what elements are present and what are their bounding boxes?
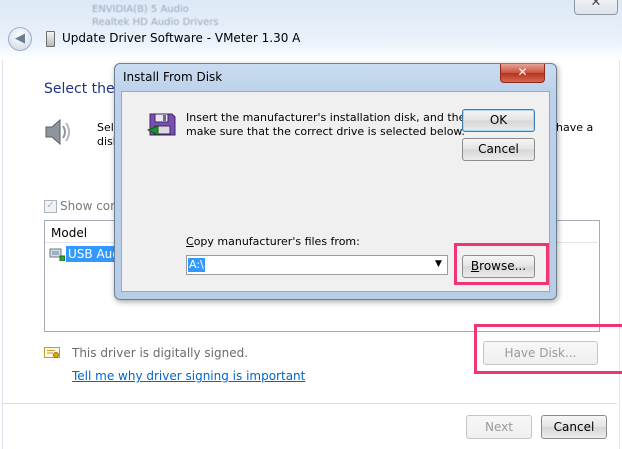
cancel-button[interactable]: Cancel [541, 415, 607, 439]
select-description-tail: have a [556, 121, 594, 134]
browse-highlight-box [454, 243, 549, 285]
ok-button[interactable]: OK [462, 109, 535, 132]
next-button[interactable]: Next [466, 415, 532, 439]
model-column-header: Model [51, 226, 88, 240]
have-disk-highlight-box [474, 324, 622, 374]
chevron-down-icon[interactable]: ▼ [435, 259, 442, 269]
page-heading: Select the [44, 81, 115, 97]
dialog-close-button[interactable]: ✕ [500, 64, 545, 83]
window-close-button[interactable]: ✕ [574, 0, 618, 15]
show-compatible-label: Show com [60, 199, 122, 213]
floppy-disk-icon [147, 113, 176, 136]
dialog-cancel-button[interactable]: Cancel [462, 138, 535, 161]
signed-status-text: This driver is digitally signed. [72, 346, 249, 360]
path-value[interactable]: A:\ [188, 258, 205, 272]
window-title: Update Driver Software - VMeter 1.30 A [62, 31, 301, 45]
background-window-text-1: ENVIDIA(B) 5 Audio [92, 4, 189, 15]
dialog-message: Insert the manufacturer's installation d… [186, 111, 473, 138]
dialog-title: Install From Disk [123, 70, 223, 84]
speaker-icon [45, 118, 70, 146]
footer-divider [3, 403, 617, 404]
device-icon [46, 31, 55, 47]
copy-from-label: Copy manufacturer's files from: [186, 235, 360, 248]
background-window-text-2: Realtek HD Audio Drivers [92, 17, 219, 28]
driver-signing-link[interactable]: Tell me why driver signing is important [72, 369, 305, 383]
back-button[interactable]: ◀ [8, 27, 32, 51]
usb-device-icon [49, 248, 65, 261]
show-compatible-checkbox[interactable]: ✓ [44, 200, 57, 213]
path-combobox[interactable] [186, 255, 448, 275]
certificate-icon [44, 347, 60, 358]
